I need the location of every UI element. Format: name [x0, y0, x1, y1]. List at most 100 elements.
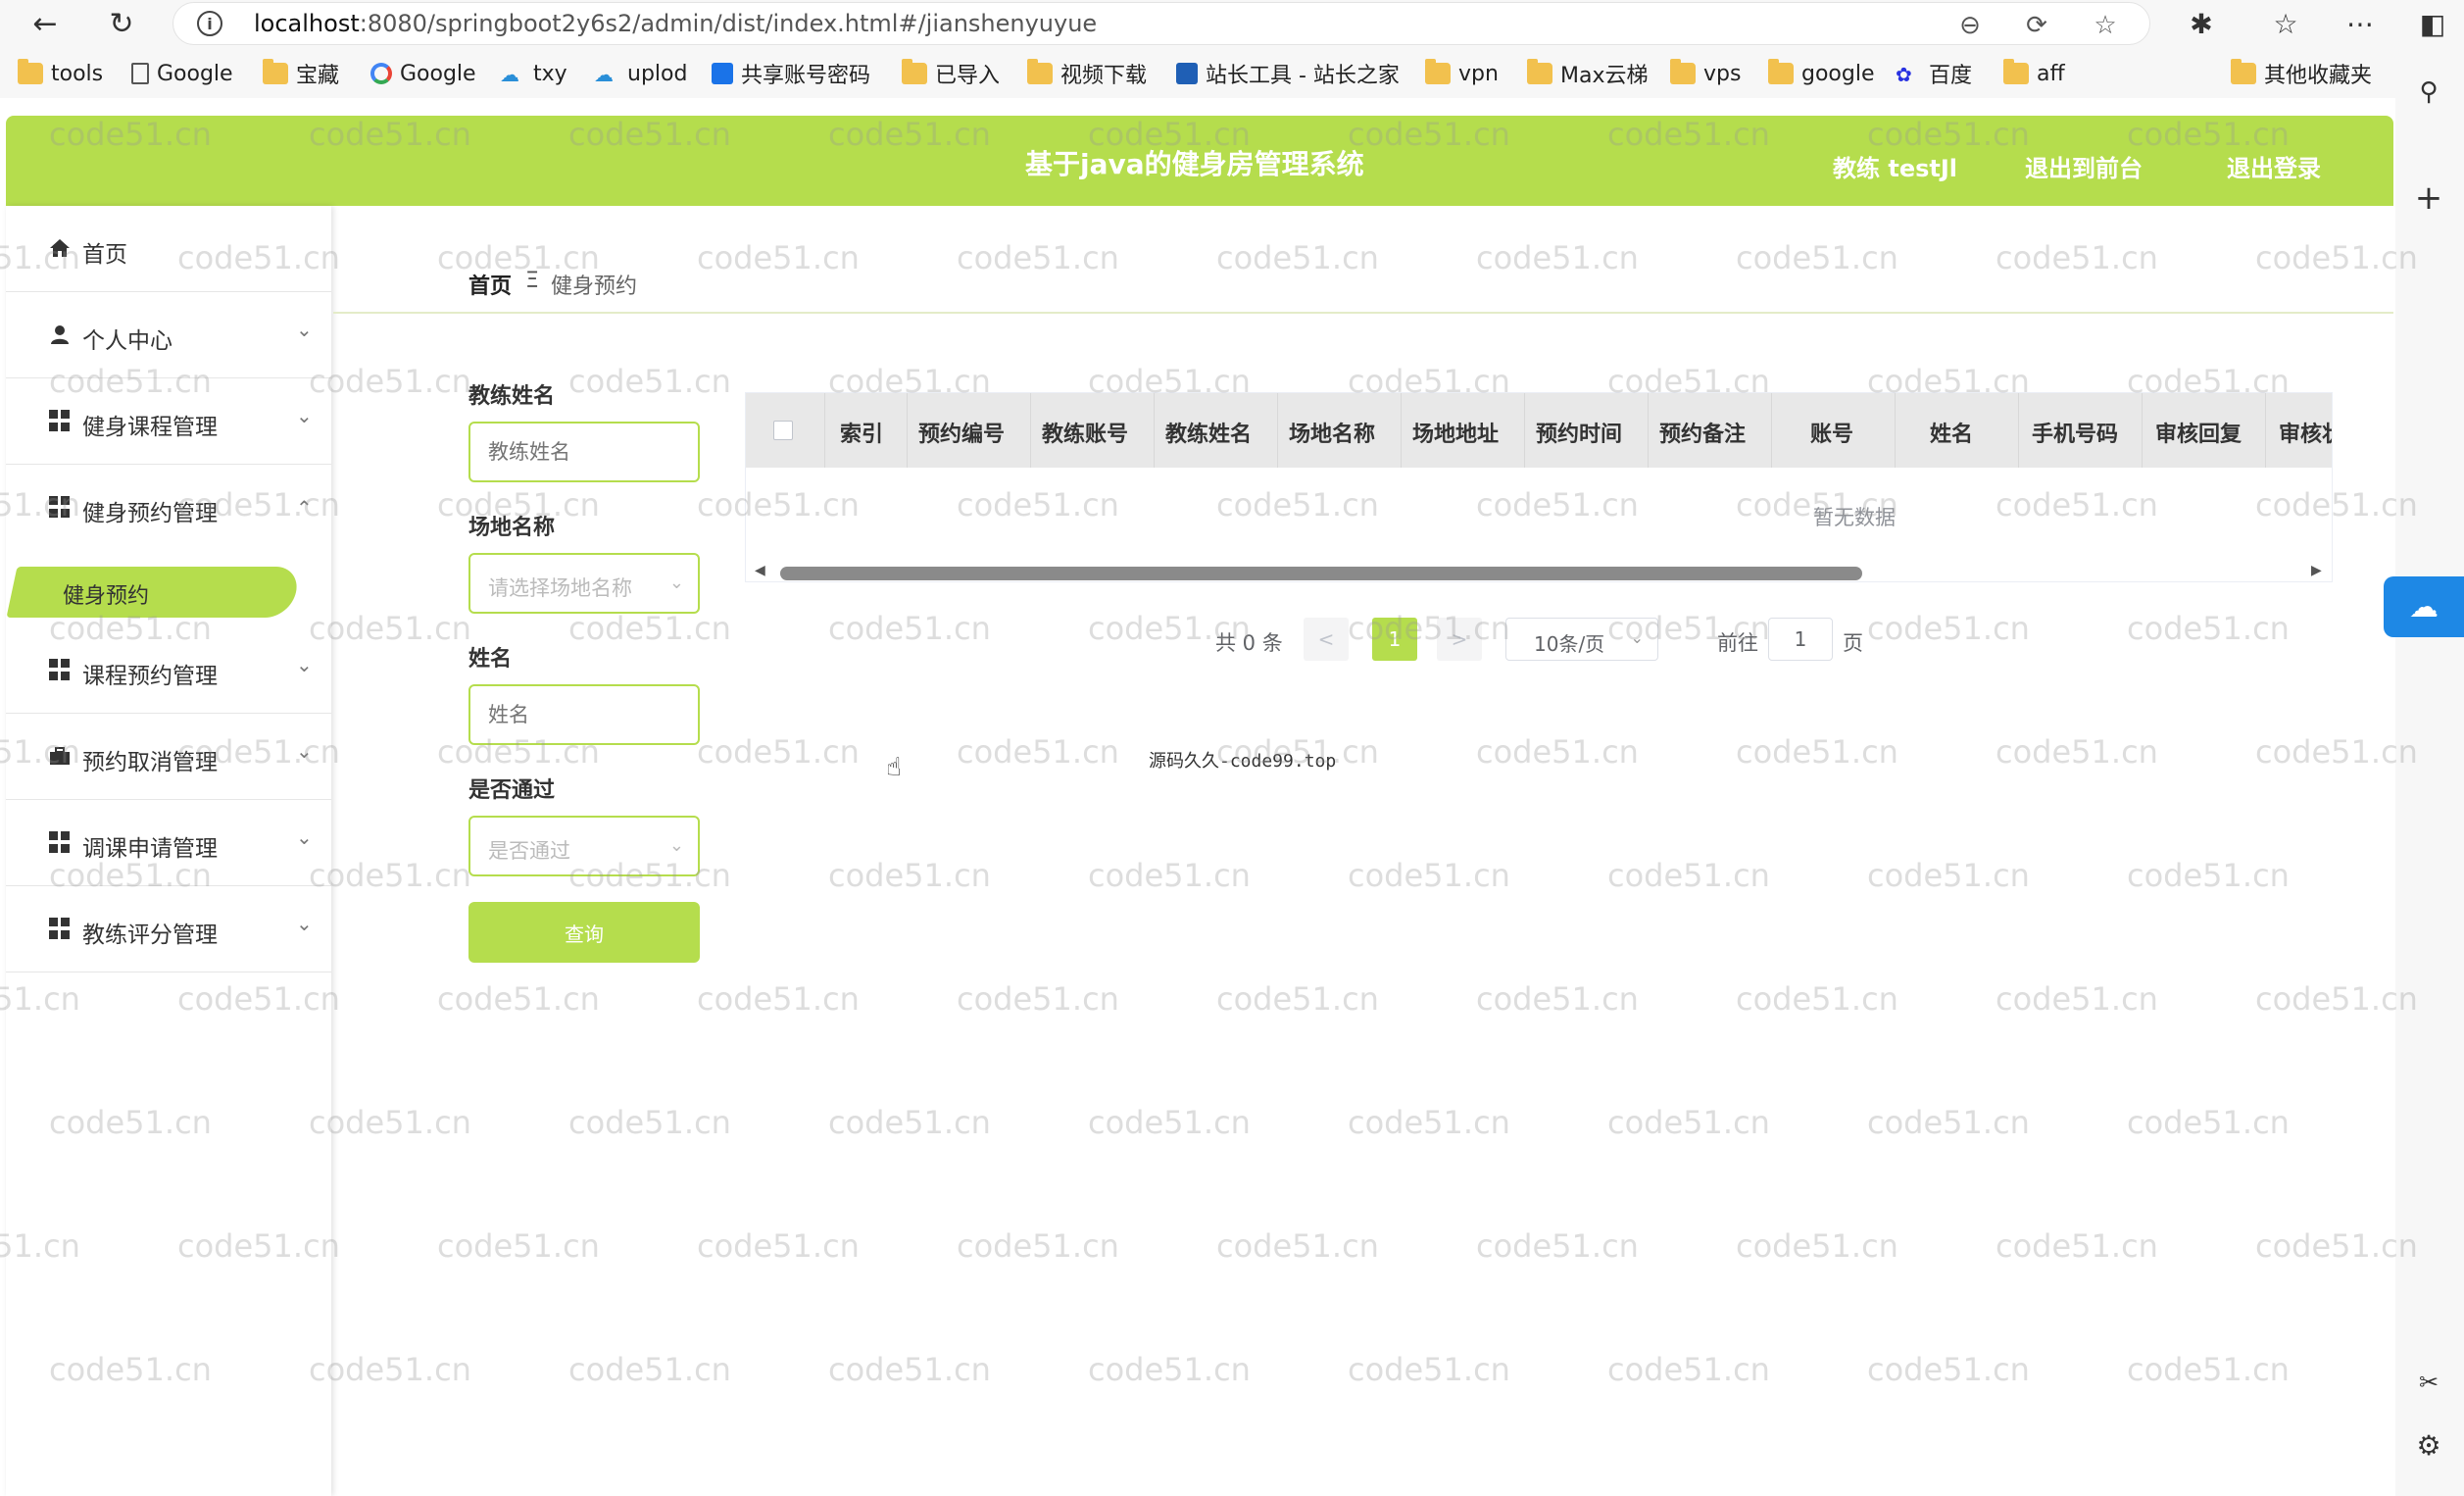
select-all-checkbox[interactable] — [773, 421, 793, 440]
sidebar-toggle-icon[interactable]: ◧ — [2415, 6, 2450, 41]
bookmark-google-folder[interactable]: google — [1768, 59, 1875, 88]
bookmark-txy[interactable]: ☁ txy — [500, 59, 567, 88]
sidebar-item-course-management[interactable]: 健身课程管理 ⌄ — [6, 378, 331, 465]
column-header-review-status[interactable]: 审核状 — [2279, 417, 2332, 448]
pass-status-select[interactable]: 是否通过 ⌄ — [468, 816, 700, 876]
watermark-text: code51.cn — [1996, 239, 2158, 276]
bookmark-aff[interactable]: aff — [2003, 59, 2065, 88]
grid-icon — [49, 659, 71, 680]
bookmark-uplod[interactable]: ☁ uplod — [594, 59, 687, 88]
favorite-star-icon[interactable]: ☆ — [2091, 11, 2120, 40]
bookmark-chinaz[interactable]: 站长工具 - 站长之家 — [1176, 59, 1400, 88]
reload-icon[interactable]: ↻ — [104, 6, 139, 41]
watermark-text: code51.cn — [697, 1227, 860, 1265]
watermark-text: code51.cn — [309, 1104, 471, 1141]
breadcrumb-current: 健身预约 — [551, 274, 638, 299]
sidebar-subitem-active-bg[interactable] — [6, 567, 302, 618]
bookmark-other-folders[interactable]: 其他收藏夹 — [2231, 59, 2372, 88]
column-header-coach-name[interactable]: 教练姓名 — [1165, 417, 1252, 448]
watermark-text: code51.cn — [2127, 857, 2290, 894]
column-header-name[interactable]: 姓名 — [1930, 417, 1973, 448]
sidebar-subitem-fitness-booking[interactable]: 健身预约 — [63, 578, 149, 610]
back-to-front-link[interactable]: 退出到前台 — [2025, 149, 2143, 183]
column-header-venue-address[interactable]: 场地地址 — [1412, 417, 1499, 448]
bookmark-shared-accounts[interactable]: 共享账号密码 — [712, 59, 870, 88]
extensions-icon[interactable]: ✱ — [2184, 6, 2219, 41]
sidebar-item-cancel-management[interactable]: 预约取消管理 ⌄ — [6, 714, 331, 800]
bookmark-baozang[interactable]: 宝藏 — [263, 59, 339, 88]
coach-name-input[interactable] — [468, 422, 700, 482]
venue-name-select[interactable]: 请选择场地名称 ⌄ — [468, 553, 700, 614]
column-header-coach-account[interactable]: 教练账号 — [1042, 417, 1128, 448]
query-button[interactable]: 查询 — [468, 902, 700, 963]
goto-page-input[interactable]: 1 — [1768, 618, 1833, 661]
column-header-account[interactable]: 账号 — [1810, 417, 1853, 448]
column-header-phone[interactable]: 手机号码 — [2032, 417, 2118, 448]
page-1-button[interactable]: 1 — [1372, 618, 1417, 661]
sidebar-item-booking-management[interactable]: 健身预约管理 ⌃ — [6, 465, 331, 551]
watermark-text: code51.cn — [1607, 1351, 1770, 1388]
watermark-text: code51.cn — [828, 857, 991, 894]
breadcrumb-home[interactable]: 首页 — [468, 269, 512, 300]
watermark-text: code51.cn — [2127, 1351, 2290, 1388]
url-text[interactable]: localhost:8080/springboot2y6s2/admin/dis… — [254, 10, 1097, 37]
address-bar[interactable]: i localhost:8080/springboot2y6s2/admin/d… — [172, 2, 2150, 45]
add-icon[interactable]: + — [2411, 178, 2446, 218]
sidebar-item-personal-center[interactable]: 个人中心 ⌄ — [6, 292, 331, 378]
goto-suffix: 页 — [1843, 631, 1863, 655]
column-header-review-reply[interactable]: 审核回复 — [2155, 417, 2242, 448]
scroll-left-icon[interactable]: ◀ — [755, 563, 765, 578]
bookmark-google[interactable]: Google — [131, 59, 233, 88]
zoom-out-icon[interactable]: ⊖ — [1955, 11, 1985, 40]
column-header-booking-note[interactable]: 预约备注 — [1659, 417, 1746, 448]
column-divider — [2018, 393, 2019, 468]
column-header-booking-time[interactable]: 预约时间 — [1536, 417, 1622, 448]
bookmark-tools[interactable]: tools — [18, 59, 103, 88]
bookmark-vpn[interactable]: vpn — [1425, 59, 1499, 88]
sidebar-item-coach-rating[interactable]: 教练评分管理 ⌄ — [6, 886, 331, 972]
search-icon[interactable]: ⚲ — [2411, 75, 2446, 110]
sidebar-item-label: 调课申请管理 — [82, 836, 218, 862]
watermark-text: code51.cn — [568, 610, 731, 647]
site-info-icon[interactable]: i — [197, 11, 222, 36]
watermark-text: code51.cn — [1736, 1227, 1898, 1265]
breadcrumb-divider — [333, 312, 2393, 314]
more-menu-icon[interactable]: ⋯ — [2342, 6, 2378, 41]
sidebar-item-course-booking[interactable]: 课程预约管理 ⌄ — [6, 627, 331, 714]
folder-icon — [263, 59, 288, 84]
name-input[interactable] — [468, 684, 700, 745]
watermark-text: code51.cn — [568, 1351, 731, 1388]
folder-icon — [1027, 59, 1053, 84]
column-header-index[interactable]: 索引 — [840, 417, 883, 448]
google-icon — [370, 63, 392, 84]
watermark-text: code51.cn — [1996, 733, 2158, 771]
scroll-right-icon[interactable]: ▶ — [2311, 563, 2322, 578]
page-size-select[interactable]: 10条/页 ⌄ — [1505, 618, 1658, 661]
logout-link[interactable]: 退出登录 — [2227, 149, 2321, 183]
prev-page-button[interactable]: < — [1304, 618, 1349, 661]
bookmark-vps[interactable]: vps — [1670, 59, 1741, 88]
back-icon[interactable]: ← — [27, 6, 63, 41]
bookmark-imported[interactable]: 已导入 — [902, 59, 1000, 88]
next-page-button[interactable]: > — [1437, 618, 1482, 661]
chevron-down-icon: ⌄ — [668, 835, 684, 856]
screenshot-icon[interactable]: ✂ — [2411, 1365, 2446, 1400]
column-header-venue-name[interactable]: 场地名称 — [1289, 417, 1375, 448]
column-divider — [1154, 393, 1155, 468]
watermark-text: code51.cn — [2255, 239, 2418, 276]
floating-cloud-widget-icon[interactable]: ☁ — [2384, 576, 2464, 637]
sidebar-item-reschedule-management[interactable]: 调课申请管理 ⌄ — [6, 800, 331, 886]
settings-gear-icon[interactable]: ⚙ — [2411, 1427, 2446, 1463]
sidebar-item-label: 健身课程管理 — [82, 415, 218, 440]
folder-icon — [2231, 59, 2256, 84]
bookmark-baidu[interactable]: ✿ 百度 — [1896, 59, 1972, 88]
sidebar-item-home[interactable]: 首页 — [6, 206, 331, 292]
favorites-icon[interactable]: ☆ — [2268, 6, 2303, 41]
bookmark-google-2[interactable]: Google — [370, 59, 476, 88]
horizontal-scrollbar-thumb[interactable] — [780, 567, 1862, 580]
column-header-booking-no[interactable]: 预约编号 — [918, 417, 1005, 448]
extension-icon[interactable]: ⟳ — [2022, 11, 2051, 40]
bookmark-video-download[interactable]: 视频下载 — [1027, 59, 1147, 88]
column-divider — [2265, 393, 2266, 468]
bookmark-max[interactable]: Max云梯 — [1527, 59, 1648, 88]
